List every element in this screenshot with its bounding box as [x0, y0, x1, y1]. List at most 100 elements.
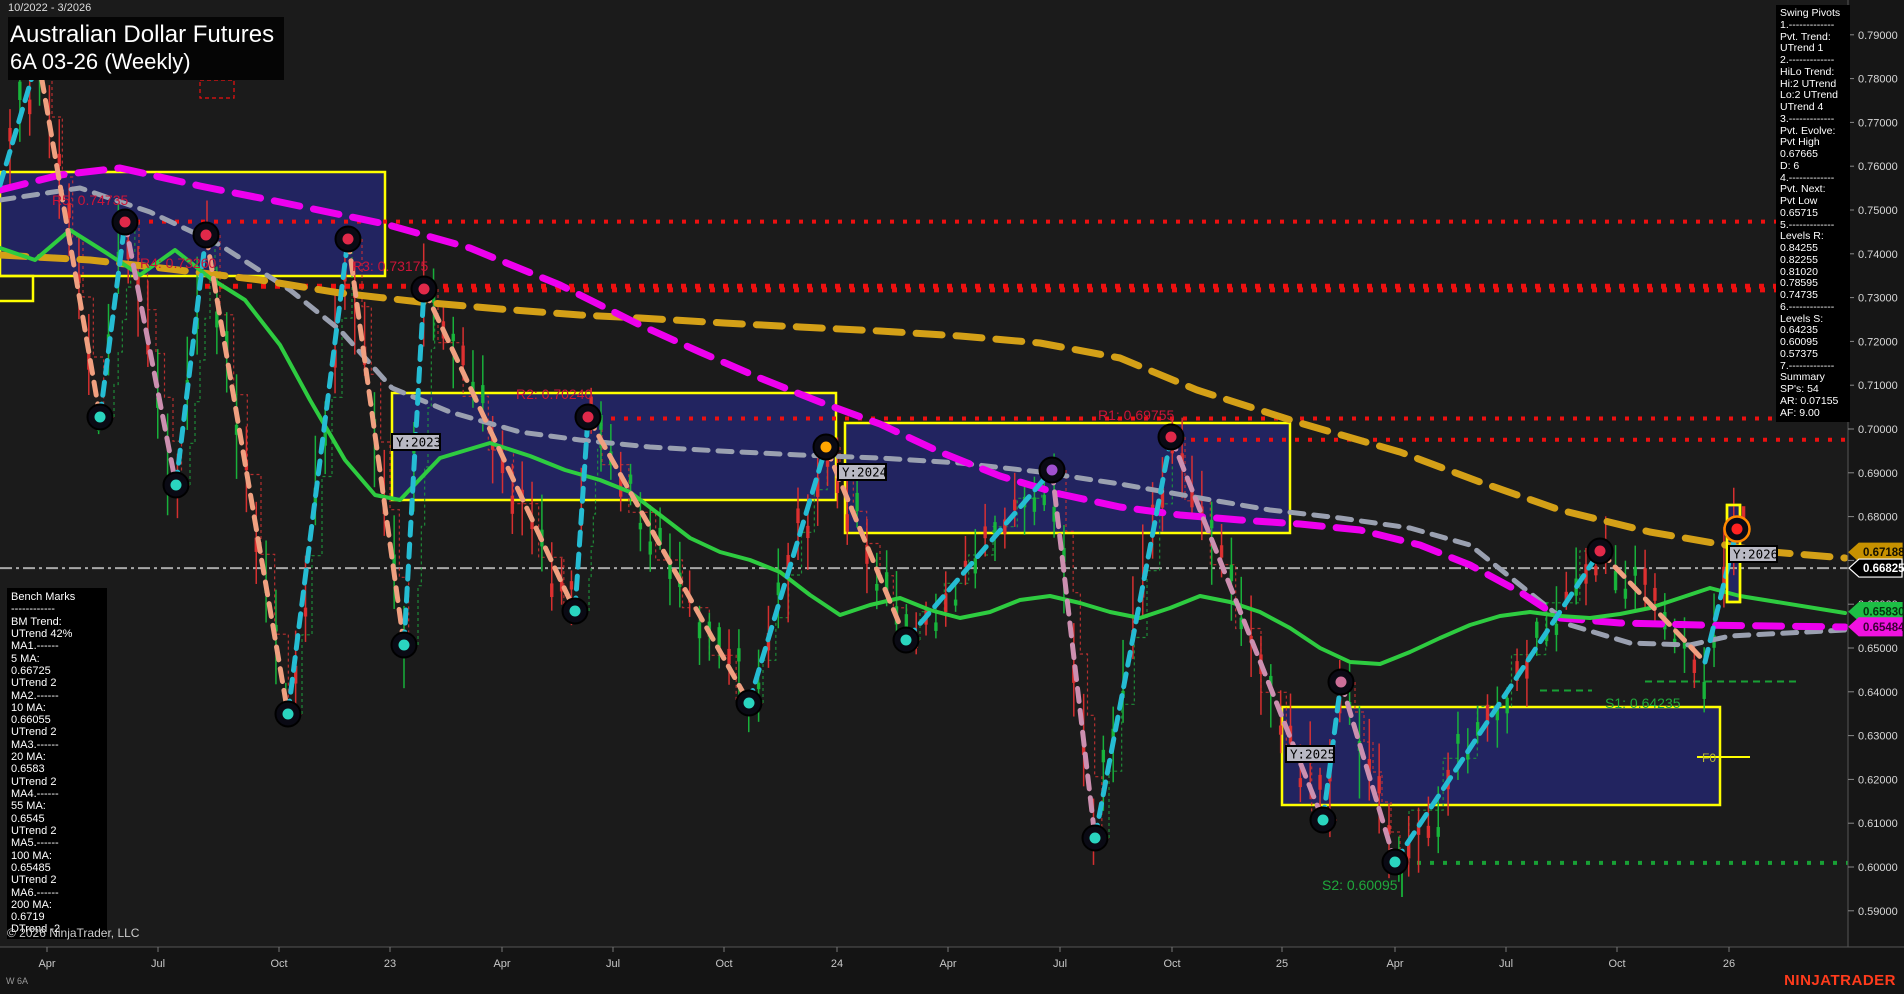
panel-line: UTrend 2 [11, 677, 57, 690]
bench-marks-lines: ------------ BM Trend: UTrend 42% MA1.-----… [11, 603, 103, 935]
y-axis-label: 0.61000 [1858, 818, 1898, 830]
pivot-dot-core [743, 697, 755, 709]
chart-title-line2: 6A 03-26 (Weekly) [10, 48, 191, 74]
panel-line: 3.------------- [1780, 112, 1835, 125]
f0-label: F0 [1702, 751, 1716, 765]
x-axis-label: 24 [831, 958, 843, 970]
pivot-dot-core [569, 605, 581, 617]
price-chart-canvas[interactable]: R5: 0.74735 R4: 0.73260 R3: 0.73175 R2: 0.7… [0, 0, 1904, 994]
x-axis-label: 26 [1723, 958, 1735, 970]
pivot-dot-core [820, 441, 832, 453]
swing-pivots-lines: 1.------------- Pvt. Trend: UTrend 1 2.----… [1780, 18, 1846, 420]
y-axis-label: 0.74000 [1858, 249, 1898, 261]
y-axis-label: 0.79000 [1858, 30, 1898, 42]
panel-line: 0.57375 [1780, 347, 1818, 360]
pivot-dot-core [1594, 545, 1606, 557]
year-label: Y:2024 [842, 465, 887, 480]
x-axis-label: Jul [151, 958, 165, 970]
y-axis-label: 0.68000 [1858, 512, 1898, 524]
swing-pivots-panel: Swing Pivots 1.------------- Pvt. Trend: U… [1776, 5, 1850, 423]
panel-line: 0.65715 [1780, 206, 1818, 219]
bench-marks-title: Bench Marks [11, 591, 76, 603]
panel-line: UTrend 42% [11, 627, 73, 640]
x-axis-label: Jul [606, 958, 620, 970]
panel-line: 0.84255 [1780, 242, 1818, 254]
x-axis-label: Oct [715, 958, 732, 970]
pivot-dot-core [900, 634, 912, 646]
panel-line: UTrend 2 [11, 824, 57, 837]
panel-line: UTrend 2 [11, 775, 57, 788]
x-axis-label: Apr [38, 958, 55, 970]
panel-line: 6.------------- [1780, 300, 1835, 313]
pivot-dot-core [282, 708, 294, 720]
pivot-dot-core [119, 216, 131, 228]
panel-line: 55 MA: [11, 800, 46, 813]
panel-line: MA1.------ [11, 640, 59, 653]
panel-line: ------------ [11, 603, 55, 616]
pivot-dot-core [1046, 464, 1058, 476]
panel-line: 0.66725 [11, 664, 51, 677]
panel-line: 100 MA: [11, 849, 52, 862]
panel-line: BM Trend: [11, 615, 62, 628]
level-label-r5: R5: 0.74735 [52, 192, 128, 208]
panel-line: 0.67665 [1780, 148, 1818, 160]
x-axis-label: Apr [493, 958, 510, 970]
panel-line: 1.------------- [1780, 18, 1835, 31]
panel-line: 10 MA: [11, 701, 46, 714]
price-tag-value: 0.65830 [1863, 607, 1904, 619]
y-axis-label: 0.70000 [1858, 424, 1898, 436]
y-axis-label: 0.76000 [1858, 161, 1898, 173]
panel-line: AR: 0.07155 [1780, 394, 1839, 407]
panel-line: AF: 9.00 [1780, 406, 1820, 419]
y-axis-label: 0.73000 [1858, 293, 1898, 305]
year-label: Y:2026 [1733, 547, 1778, 562]
pivot-dot-core [342, 233, 354, 245]
pivot-dot-core [200, 229, 212, 241]
panel-line: 0.6719 [11, 911, 45, 924]
pivot-dot-core [94, 411, 106, 423]
pivot-dot-core [1389, 856, 1401, 868]
panel-line: 0.74735 [1780, 289, 1818, 301]
pivot-dot-core [418, 283, 430, 295]
x-axis-label: Apr [1386, 958, 1403, 970]
level-label-r2: R2: 0.70240 [516, 386, 592, 402]
panel-line: MA5.------ [11, 837, 59, 850]
x-axis-label: 25 [1276, 958, 1288, 970]
time-axis[interactable] [0, 947, 1904, 994]
y-axis-label: 0.69000 [1858, 468, 1898, 480]
price-tag-value: 0.67188 [1863, 547, 1904, 559]
level-label-s1: S1: 0.64235 [1605, 695, 1681, 711]
panel-line: 200 MA: [11, 898, 52, 911]
y-axis-label: 0.63000 [1858, 731, 1898, 743]
x-axis-label: Oct [270, 958, 287, 970]
pivot-dot-core [398, 639, 410, 651]
year-label: Y:2025 [1290, 747, 1335, 762]
panel-line: UTrend 4 [1780, 101, 1824, 113]
panel-line: D: 6 [1780, 159, 1800, 172]
price-tag-value: 0.66825 [1863, 563, 1904, 575]
instrument-tag: W 6A [6, 976, 29, 986]
pivot-dot-core [1317, 814, 1329, 826]
x-axis-label: Oct [1163, 958, 1180, 970]
y-axis-label: 0.72000 [1858, 336, 1898, 348]
x-axis-label: Jul [1499, 958, 1513, 970]
level-label-r3: R3: 0.73175 [352, 258, 428, 274]
swing-pivots-title: Swing Pivots [1780, 7, 1841, 19]
panel-line: Pvt Low [1780, 195, 1818, 207]
panel-line: 0.6545 [11, 812, 45, 825]
y-axis-label: 0.77000 [1858, 117, 1898, 129]
panel-line: MA4.------ [11, 788, 59, 800]
x-axis-label: Jul [1053, 958, 1067, 970]
year-range-box [1280, 705, 1722, 807]
year-label: Y:2023 [396, 435, 441, 450]
y-axis-label: 0.78000 [1858, 74, 1898, 86]
chart-title-line1: Australian Dollar Futures [10, 21, 275, 48]
panel-line: 0.6583 [11, 763, 45, 776]
panel-line: 0.66055 [11, 714, 51, 727]
y-axis-label: 0.71000 [1858, 380, 1898, 392]
y-axis-label: 0.62000 [1858, 774, 1898, 786]
ninjatrader-logo: NINJATRADER [1784, 972, 1896, 989]
panel-line: MA2.------ [11, 689, 59, 702]
x-axis-label: Apr [939, 958, 956, 970]
ninjatrader-window: R5: 0.74735 R4: 0.73260 R3: 0.73175 R2: 0.7… [0, 0, 1904, 994]
